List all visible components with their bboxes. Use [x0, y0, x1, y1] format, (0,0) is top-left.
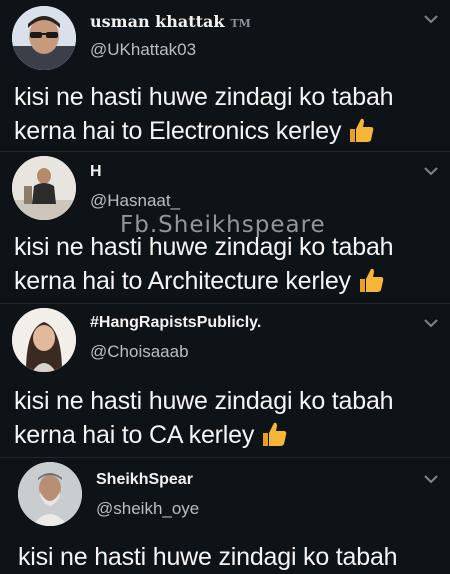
tweet-text-line-2: kerna hai to Architecture kerley: [14, 264, 434, 298]
tweet-text-line-1: kisi ne hasti huwe zindagi ko tabah: [18, 543, 398, 571]
chevron-down-icon[interactable]: [424, 166, 438, 176]
thumbs-up-icon: [357, 266, 385, 294]
tweet-text-line-2: kerna hai to CA kerley: [14, 418, 434, 452]
avatar[interactable]: [12, 308, 76, 372]
user-handle[interactable]: @UKhattak03: [90, 40, 196, 60]
thumbs-up-icon: [347, 116, 375, 144]
tweet-text-line-1: kisi ne hasti huwe zindagi ko tabah: [14, 83, 394, 111]
tweet-text: kisi ne hasti huwe zindagi ko tabah kern…: [14, 230, 434, 298]
user-name[interactable]: H: [90, 163, 102, 181]
tweet-4[interactable]: SheikhSpear @sheikh_oye kisi ne hasti hu…: [0, 458, 450, 571]
avatar[interactable]: [12, 156, 76, 220]
tm-badge: TM: [230, 17, 251, 30]
chevron-down-icon[interactable]: [424, 14, 438, 24]
tweet-text: kisi ne hasti huwe zindagi ko tabah kern…: [14, 384, 434, 452]
user-name[interactable]: usman khattak TM: [90, 12, 251, 31]
chevron-down-icon[interactable]: [424, 474, 438, 484]
user-handle[interactable]: @Hasnaat_: [90, 191, 180, 211]
tweet-3[interactable]: #HangRapistsPublicly. @Choisaaab kisi ne…: [0, 304, 450, 456]
user-name-text[interactable]: usman khattak: [90, 12, 224, 31]
tweet-text-line-2: kerna hai to Electronics kerley: [14, 114, 434, 148]
user-name[interactable]: SheikhSpear: [96, 471, 193, 489]
thumbs-up-icon: [260, 420, 288, 448]
user-handle[interactable]: @Choisaaab: [90, 342, 189, 362]
avatar[interactable]: [18, 462, 82, 526]
tweet-text-line-2-text: kerna hai to Electronics kerley: [14, 117, 342, 145]
tweet-text-line-2-text: kerna hai to Architecture kerley: [14, 267, 351, 295]
tweet-text-line-2-text: kerna hai to CA kerley: [14, 421, 255, 449]
watermark: Fb.Sheikhspeare: [120, 212, 326, 238]
tweet-text: kisi ne hasti huwe zindagi ko tabah: [18, 540, 438, 574]
tweet-1[interactable]: usman khattak TM @UKhattak03 kisi ne hast…: [0, 0, 450, 150]
tweet-text: kisi ne hasti huwe zindagi ko tabah kern…: [14, 80, 434, 148]
chevron-down-icon[interactable]: [424, 318, 438, 328]
user-handle[interactable]: @sheikh_oye: [96, 499, 199, 519]
avatar[interactable]: [12, 6, 76, 70]
tweet-text-line-1: kisi ne hasti huwe zindagi ko tabah: [14, 387, 394, 415]
user-name[interactable]: #HangRapistsPublicly.: [90, 314, 261, 332]
